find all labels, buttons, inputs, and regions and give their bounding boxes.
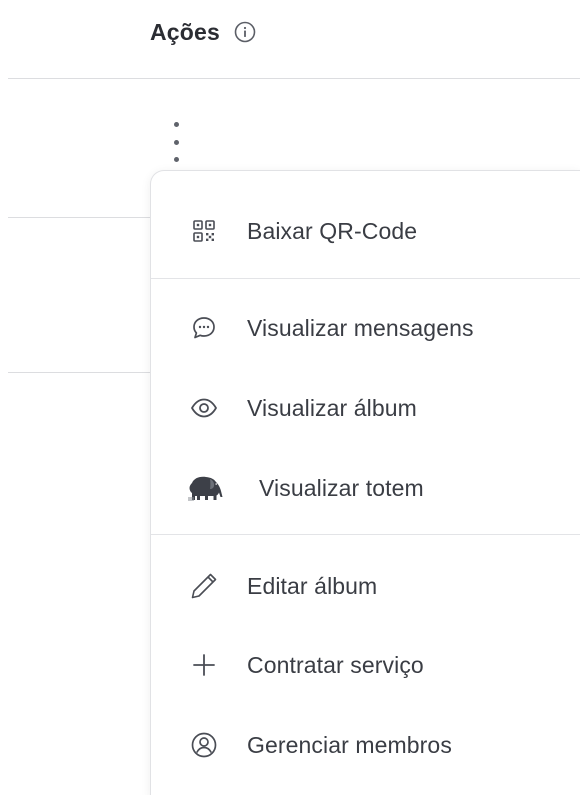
menu-item-view-messages[interactable]: Visualizar mensagens — [151, 300, 580, 356]
menu-item-download-qr-code[interactable]: Baixar QR-Code — [151, 203, 580, 259]
table-actions-area: Ações Baixar QR-Code Visualizar mensagen… — [0, 0, 580, 795]
menu-item-label: Visualizar totem — [259, 474, 424, 501]
plus-icon — [189, 650, 219, 680]
menu-item-edit-album[interactable]: Editar álbum — [151, 558, 580, 614]
row-divider — [8, 217, 152, 218]
chat-bubble-icon — [189, 313, 219, 343]
row-actions-dropdown: Baixar QR-Code Visualizar mensagens Visu… — [150, 170, 580, 795]
kebab-dot — [173, 122, 179, 127]
row-divider — [8, 372, 152, 373]
actions-header-label: Ações — [150, 18, 221, 45]
actions-column-header: Ações — [150, 14, 258, 50]
header-divider — [8, 78, 580, 79]
user-circle-icon — [189, 730, 219, 760]
menu-item-view-album[interactable]: Visualizar álbum — [151, 380, 580, 436]
info-icon[interactable] — [232, 19, 258, 45]
menu-item-view-totem[interactable]: Visualizar totem — [151, 460, 580, 516]
menu-divider — [151, 278, 580, 279]
pencil-icon — [189, 571, 219, 601]
eye-icon — [189, 393, 219, 423]
menu-item-label: Gerenciar membros — [247, 731, 452, 758]
menu-divider — [151, 534, 580, 535]
menu-item-label: Visualizar mensagens — [247, 314, 474, 341]
kebab-dot — [173, 157, 179, 162]
menu-item-label: Baixar QR-Code — [247, 217, 418, 244]
elephant-icon — [185, 473, 225, 503]
row-actions-menu-button[interactable] — [165, 122, 187, 162]
menu-item-label: Contratar serviço — [247, 651, 424, 678]
menu-item-label: Editar álbum — [247, 572, 378, 599]
menu-item-hire-service[interactable]: Contratar serviço — [151, 637, 580, 693]
menu-item-label: Visualizar álbum — [247, 394, 417, 421]
kebab-dot — [173, 139, 179, 145]
menu-item-manage-members[interactable]: Gerenciar membros — [151, 717, 580, 773]
qr-code-icon — [189, 216, 219, 246]
